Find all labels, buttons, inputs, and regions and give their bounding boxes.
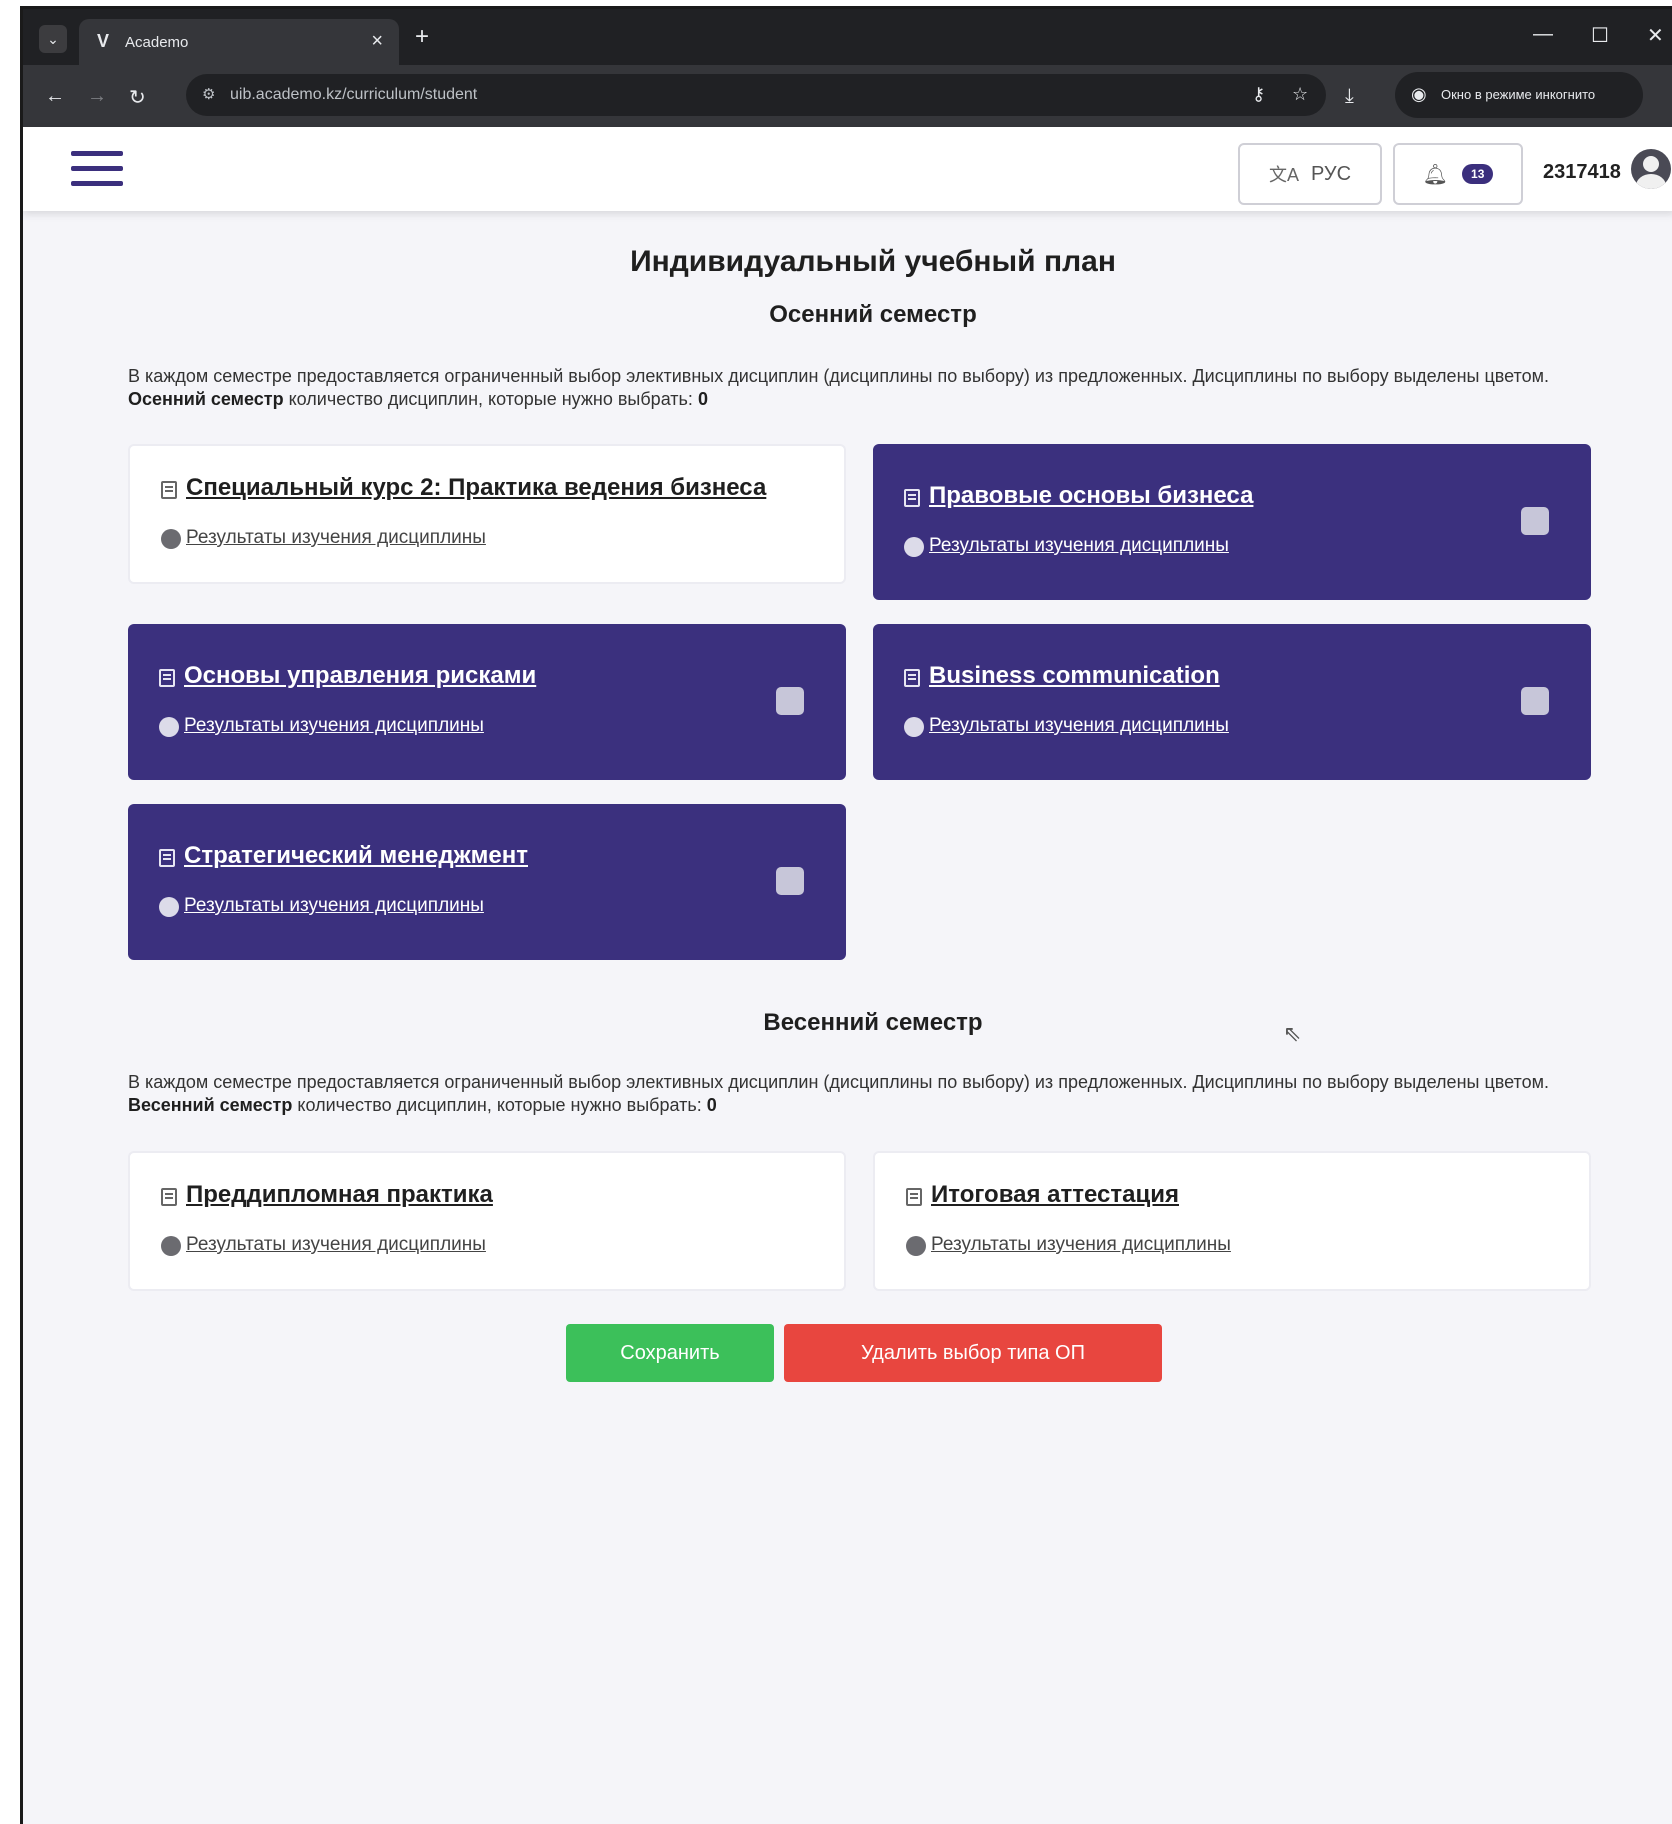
address-bar[interactable]: ⚙ uib.academo.kz/curriculum/student ⚷ ☆ [186,74,1326,116]
course-title[interactable]: Итоговая аттестация [931,1181,1179,1209]
autumn-desc-bold: Осенний семестр [128,389,284,409]
tab-search-icon[interactable]: ⌄ [39,25,67,53]
page-title: Индивидуальный учебный план [630,245,1116,278]
course-title[interactable]: Основы управления рисками [184,662,536,690]
course-title[interactable]: Преддипломная практика [186,1181,493,1209]
course-card: Специальный курс 2: Практика ведения биз… [128,444,846,584]
course-results-link[interactable]: Результаты изучения дисциплины [186,527,486,549]
translate-icon: 文A [1268,165,1299,185]
course-results-link[interactable]: Результаты изучения дисциплины [184,715,484,737]
elective-course-card[interactable]: Business communication Результаты изучен… [873,624,1591,780]
course-results-link[interactable]: Результаты изучения дисциплины [931,1234,1231,1256]
course-title[interactable]: Business communication [929,662,1220,690]
autumn-desc-text: В каждом семестре предоставляется ограни… [128,366,1549,386]
notification-badge: 13 [1462,164,1494,184]
autumn-description: В каждом семестре предоставляется ограни… [128,365,1613,411]
spring-desc-bold: Весенний семестр [128,1095,293,1115]
book-icon [904,669,920,687]
spring-desc-suffix: количество дисциплин, которые нужно выбр… [297,1095,702,1115]
language-button[interactable]: 文A РУС [1238,143,1382,205]
elective-course-card[interactable]: Основы управления рисками Результаты изу… [128,624,846,780]
autumn-count: 0 [697,389,708,409]
course-title[interactable]: Специальный курс 2: Практика ведения биз… [186,474,766,502]
course-card: Итоговая аттестация Результаты изучения … [873,1151,1591,1291]
back-icon[interactable]: ← [45,85,65,108]
book-icon [904,489,920,507]
autumn-desc-suffix: количество дисциплин, которые нужно выбр… [288,389,693,409]
globe-icon [161,1236,181,1256]
spring-count: 0 [706,1095,717,1115]
globe-icon [904,717,924,737]
browser-tab[interactable]: V Academo × [79,19,399,65]
book-icon [161,1188,177,1206]
mouse-cursor-icon: ⇖ [1283,1021,1302,1046]
download-icon[interactable]: ⤓ [1345,85,1354,108]
star-icon[interactable]: ☆ [1292,84,1308,105]
incognito-indicator[interactable]: ◉ Окно в режиме инкогнито [1395,72,1643,118]
course-select-checkbox[interactable] [1521,507,1549,535]
course-results-link[interactable]: Результаты изучения дисциплины [929,715,1229,737]
book-icon [159,669,175,687]
minimize-icon[interactable]: — [1533,23,1553,46]
spring-description: В каждом семестре предоставляется ограни… [128,1071,1613,1117]
notifications-button[interactable]: 🔔︎ 13 [1393,143,1523,205]
browser-window: ⌄ V Academo × + — ☐ ✕ ← → ↻ ⚙ uib.academ… [20,6,1672,1824]
elective-course-card[interactable]: Стратегический менеджмент Результаты изу… [128,804,846,960]
globe-icon [161,529,181,549]
book-icon [159,849,175,867]
autumn-semester-title: Осенний семестр [769,301,977,328]
course-title[interactable]: Стратегический менеджмент [184,842,528,870]
incognito-icon: ◉ [1411,84,1427,104]
globe-icon [159,897,179,917]
save-button[interactable]: Сохранить [566,1324,774,1382]
site-settings-icon[interactable]: ⚙ [202,85,215,103]
elective-course-card[interactable]: Правовые основы бизнеса Результаты изуче… [873,444,1591,600]
favicon-icon: V [97,31,110,51]
course-results-link[interactable]: Результаты изучения дисциплины [929,535,1229,557]
course-select-checkbox[interactable] [776,687,804,715]
tab-title: Academo [125,34,189,51]
avatar[interactable] [1631,149,1671,189]
course-results-link[interactable]: Результаты изучения дисциплины [186,1234,486,1256]
user-id: 2317418 [1543,161,1621,183]
globe-icon [159,717,179,737]
course-results-link[interactable]: Результаты изучения дисциплины [184,895,484,917]
spring-semester-title: Весенний семестр [763,1009,983,1036]
url-text[interactable]: uib.academo.kz/curriculum/student [230,86,477,104]
delete-selection-button[interactable]: Удалить выбор типа ОП [784,1324,1162,1382]
language-label: РУС [1310,162,1352,185]
close-window-icon[interactable]: ✕ [1647,23,1664,48]
course-title[interactable]: Правовые основы бизнеса [929,482,1253,510]
course-select-checkbox[interactable] [1521,687,1549,715]
password-key-icon[interactable]: ⚷ [1252,84,1265,105]
globe-icon [904,537,924,557]
incognito-label: Окно в режиме инкогнито [1441,87,1596,102]
tab-bar: ⌄ V Academo × + — ☐ ✕ [23,9,1672,65]
reload-icon[interactable]: ↻ [129,85,146,110]
maximize-icon[interactable]: ☐ [1591,23,1609,48]
browser-toolbar: ← → ↻ ⚙ uib.academo.kz/curriculum/studen… [23,65,1672,127]
book-icon [906,1188,922,1206]
course-card: Преддипломная практика Результаты изучен… [128,1151,846,1291]
course-select-checkbox[interactable] [776,867,804,895]
new-tab-icon[interactable]: + [415,25,429,49]
book-icon [161,481,177,499]
globe-icon [906,1236,926,1256]
bell-icon: 🔔︎ [1422,163,1449,186]
app-header: 文A РУС 🔔︎ 13 2317418 [23,127,1672,211]
spring-desc-text: В каждом семестре предоставляется ограни… [128,1072,1549,1092]
close-tab-icon[interactable]: × [371,30,383,53]
forward-icon[interactable]: → [87,85,107,108]
menu-icon[interactable] [71,151,123,196]
